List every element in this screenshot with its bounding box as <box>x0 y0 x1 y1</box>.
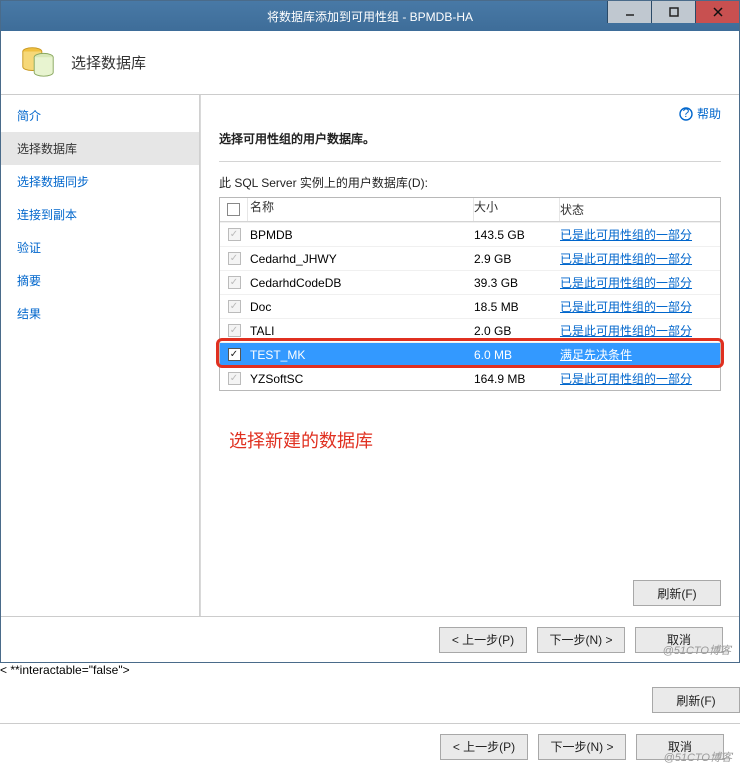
row-checkbox <box>228 372 241 385</box>
row-checkbox <box>228 228 241 241</box>
refresh-button[interactable]: 刷新(F) <box>633 580 721 606</box>
select-all-checkbox[interactable] <box>227 203 240 216</box>
prev-button[interactable]: < 上一步(P) <box>440 734 528 760</box>
table-row[interactable]: Doc 18.5 MB 已是此可用性组的一部分 <box>220 294 720 318</box>
cell-name: TEST_MK <box>248 348 474 362</box>
row-checkbox <box>228 300 241 313</box>
table-row[interactable]: BPMDB 143.5 GB 已是此可用性组的一部分 <box>220 222 720 246</box>
next-button[interactable]: 下一步(N) > <box>537 627 625 653</box>
nav-item-intro[interactable]: 简介 <box>1 99 200 132</box>
refresh-row: 刷新(F) <box>219 570 721 616</box>
cell-size: 39.3 GB <box>474 276 560 290</box>
minimize-button[interactable] <box>607 1 651 23</box>
status-link[interactable]: 已是此可用性组的一部分 <box>560 276 692 290</box>
table-row[interactable]: CedarhdCodeDB 39.3 GB 已是此可用性组的一部分 <box>220 270 720 294</box>
window-controls <box>607 1 739 23</box>
cell-name: TALI <box>248 324 474 338</box>
status-link[interactable]: 已是此可用性组的一部分 <box>560 300 692 314</box>
list-label: 此 SQL Server 实例上的用户数据库(D): <box>219 174 721 191</box>
cell-name: Cedarhd_JHWY <box>248 252 474 266</box>
nav-sidebar: 简介 选择数据库 选择数据同步 连接到副本 验证 摘要 结果 <box>1 95 201 616</box>
status-link[interactable]: 已是此可用性组的一部分 <box>560 252 692 266</box>
maximize-icon <box>668 6 680 18</box>
cell-size: 2.9 GB <box>474 252 560 266</box>
next-button[interactable]: 下一步(N) > <box>538 734 626 760</box>
cell-name: CedarhdCodeDB <box>248 276 474 290</box>
page-title: 选择数据库 <box>71 52 146 73</box>
cell-size: 6.0 MB <box>474 348 560 362</box>
row-checkbox[interactable] <box>228 348 241 361</box>
status-link[interactable]: 满足先决条件 <box>560 348 632 362</box>
col-header-name[interactable]: 名称 <box>248 198 474 221</box>
help-link[interactable]: ? 帮助 <box>219 105 721 122</box>
refresh-row: 刷新(F) <box>0 677 740 723</box>
nav-item-result[interactable]: 结果 <box>1 297 200 330</box>
svg-text:?: ? <box>683 107 690 120</box>
cell-size: 143.5 GB <box>474 228 560 242</box>
cell-name: Doc <box>248 300 474 314</box>
table-row[interactable]: YZSoftSC 164.9 MB 已是此可用性组的一部分 <box>220 366 720 390</box>
help-icon: ? <box>679 107 693 121</box>
row-checkbox <box>228 324 241 337</box>
watermark: @51CTO博客 <box>663 642 731 658</box>
wizard-body: 简介 选择数据库 选择数据同步 连接到副本 验证 摘要 结果 ? 帮助 选择可用… <box>1 95 739 616</box>
wizard-footer: < 上一步(P) 下一步(N) > 取消 @51CTO博客 <box>0 723 740 769</box>
table-row-selected[interactable]: TEST_MK 6.0 MB 满足先决条件 <box>220 342 720 366</box>
close-icon <box>712 6 724 18</box>
annotation-text: 选择新建的数据库 <box>229 427 721 453</box>
status-link[interactable]: 已是此可用性组的一部分 <box>560 228 692 242</box>
cell-size: 2.0 GB <box>474 324 560 338</box>
help-label: 帮助 <box>697 105 721 122</box>
section-title: 选择可用性组的用户数据库。 <box>219 130 721 147</box>
status-link[interactable]: 已是此可用性组的一部分 <box>560 324 692 338</box>
col-header-status[interactable]: 状态 <box>560 201 720 218</box>
row-checkbox <box>228 252 241 265</box>
cell-name: BPMDB <box>248 228 474 242</box>
page-header: 选择数据库 <box>1 31 739 95</box>
nav-item-select-db[interactable]: 选择数据库 <box>1 132 200 165</box>
header-checkbox-col[interactable] <box>220 198 248 221</box>
status-link[interactable]: 已是此可用性组的一部分 <box>560 372 692 386</box>
minimize-icon <box>624 6 636 18</box>
nav-item-connect-replica[interactable]: 连接到副本 <box>1 198 200 231</box>
nav-item-select-sync[interactable]: 选择数据同步 <box>1 165 200 198</box>
prev-button[interactable]: < 上一步(P) <box>439 627 527 653</box>
cell-size: 18.5 MB <box>474 300 560 314</box>
col-header-size[interactable]: 大小 <box>474 198 560 221</box>
cell-name: YZSoftSC <box>248 372 474 386</box>
close-button[interactable] <box>695 1 739 23</box>
refresh-button[interactable]: 刷新(F) <box>652 687 740 713</box>
database-table: 名称 大小 状态 BPMDB 143.5 GB 已是此可用性组的一部分 Ceda… <box>219 197 721 391</box>
table-header: 名称 大小 状态 <box>220 198 720 222</box>
wizard-footer: < 上一步(P) 下一步(N) > 取消 @51CTO博客 <box>1 616 739 662</box>
main-panel: ? 帮助 选择可用性组的用户数据库。 此 SQL Server 实例上的用户数据… <box>201 95 739 616</box>
row-checkbox <box>228 276 241 289</box>
wizard-window: 将数据库添加到可用性组 - BPMDB-HA 选择数据库 简介 <box>0 0 740 663</box>
database-icon <box>19 42 57 83</box>
table-row[interactable]: Cedarhd_JHWY 2.9 GB 已是此可用性组的一部分 <box>220 246 720 270</box>
maximize-button[interactable] <box>651 1 695 23</box>
watermark: @51CTO博客 <box>664 749 732 765</box>
nav-item-verify[interactable]: 验证 <box>1 231 200 264</box>
cell-size: 164.9 MB <box>474 372 560 386</box>
table-row[interactable]: TALI 2.0 GB 已是此可用性组的一部分 <box>220 318 720 342</box>
titlebar[interactable]: 将数据库添加到可用性组 - BPMDB-HA <box>1 1 739 31</box>
nav-item-summary[interactable]: 摘要 <box>1 264 200 297</box>
